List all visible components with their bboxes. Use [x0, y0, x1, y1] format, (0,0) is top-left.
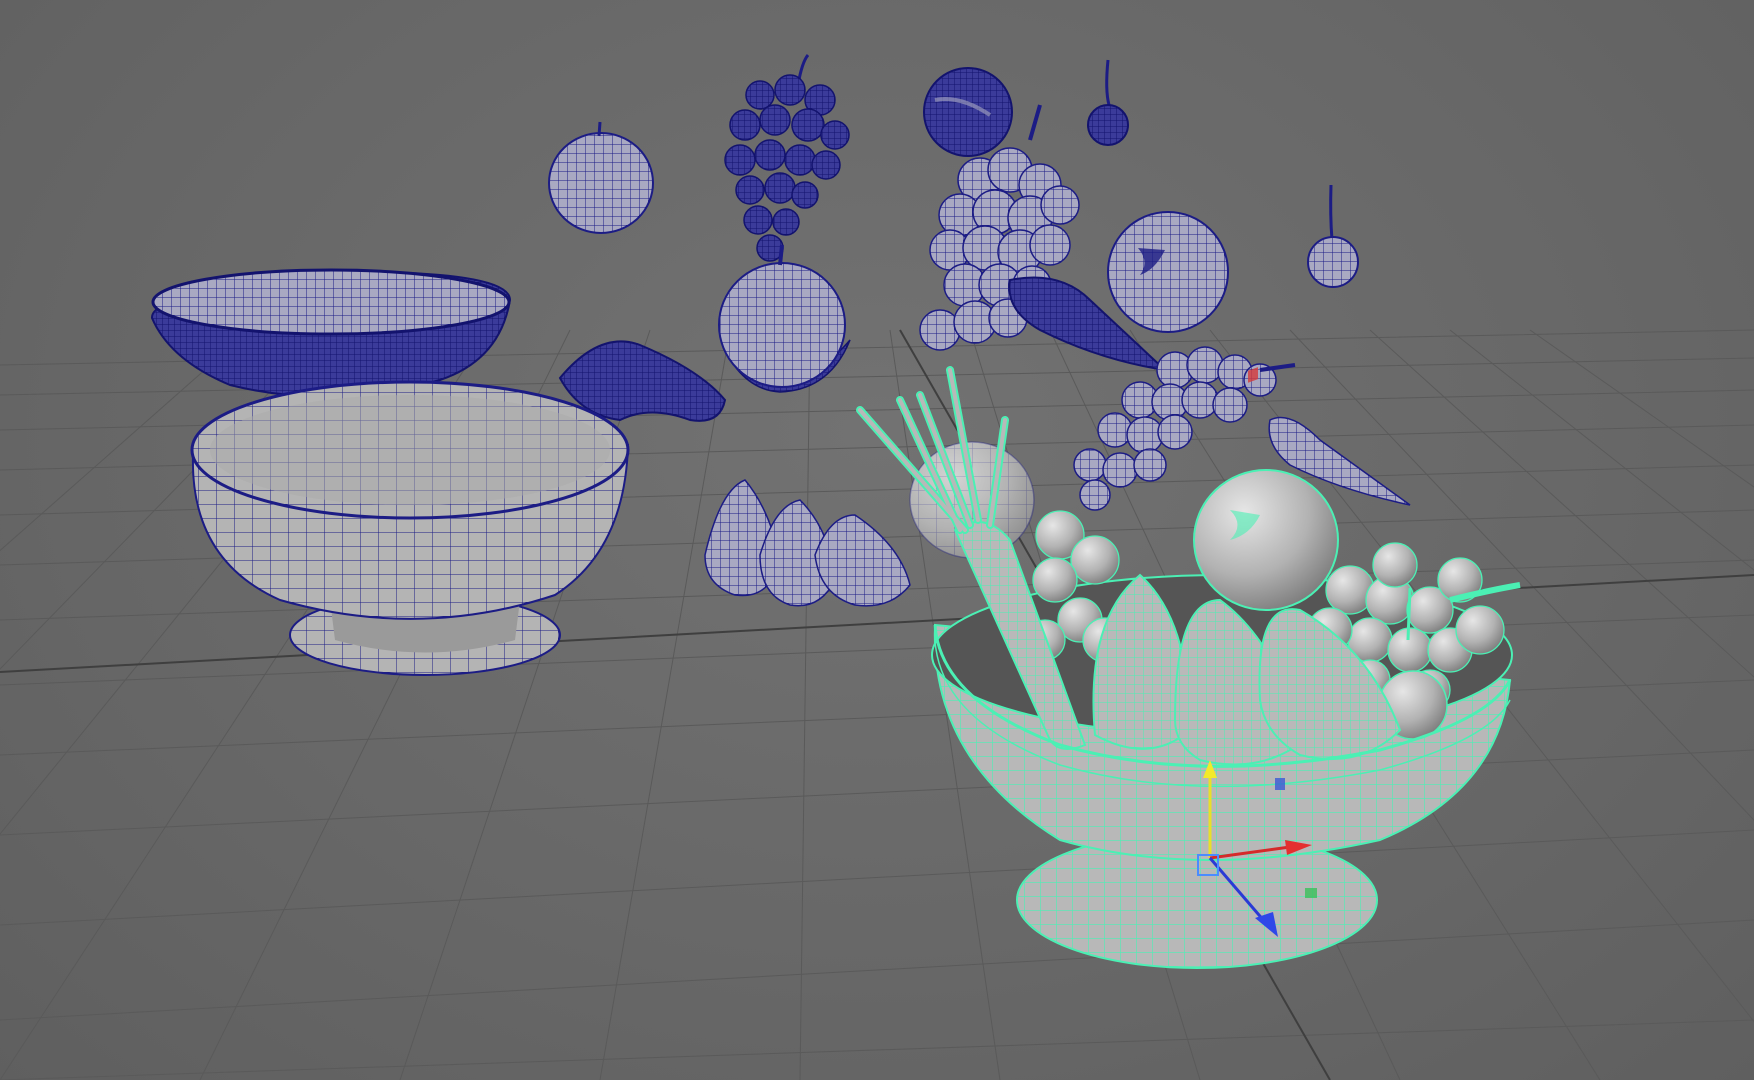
apple-selected[interactable]: [1193, 469, 1339, 611]
grapes-wireframe-back[interactable]: [724, 54, 850, 262]
orange-wireframe[interactable]: [923, 67, 1013, 157]
bowl-shaded[interactable]: [190, 380, 630, 676]
manipulator-yz-plane[interactable]: [1275, 778, 1285, 790]
apple-wireframe[interactable]: [548, 121, 654, 234]
viewport-3d[interactable]: [0, 0, 1754, 1080]
apple-wireframe-center[interactable]: [718, 244, 851, 393]
apple-wireframe-right[interactable]: [1107, 211, 1229, 333]
cherry-wireframe-top[interactable]: [1087, 59, 1129, 146]
bowl-wireframe-back[interactable]: [150, 268, 512, 398]
scene-canvas[interactable]: [0, 0, 1754, 1080]
manipulator-xz-plane[interactable]: [1305, 888, 1317, 898]
cherry-wireframe-right[interactable]: [1307, 184, 1359, 288]
